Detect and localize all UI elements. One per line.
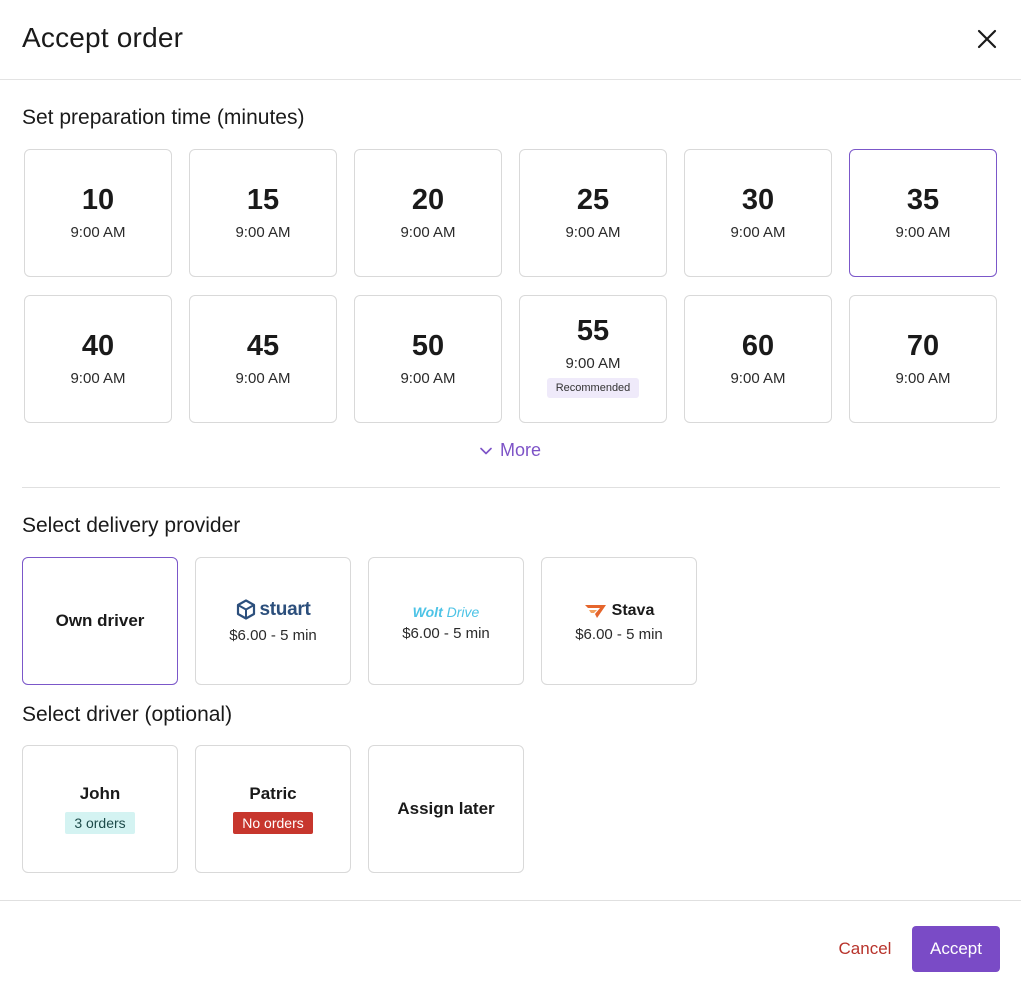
- driver-name: John: [79, 784, 121, 803]
- delivery-provider-list: Own driver stuart $6.00 - 5 min Wolt Dri…: [22, 557, 697, 685]
- section-divider: [22, 487, 1000, 488]
- recommended-badge: Recommended: [546, 377, 640, 398]
- stuart-logo-text: stuart: [259, 598, 311, 620]
- prep-option-time: 9:00 AM: [730, 223, 786, 241]
- prep-option-70[interactable]: 70 9:00 AM: [849, 295, 997, 423]
- close-icon: [977, 29, 997, 49]
- driver-patric[interactable]: Patric No orders: [195, 745, 351, 873]
- order-count-badge: No orders: [233, 812, 313, 834]
- prep-option-minutes: 45: [246, 329, 280, 362]
- prep-option-time: 9:00 AM: [235, 369, 291, 387]
- accept-button[interactable]: Accept: [912, 926, 1000, 972]
- drive-logo-text: Drive: [446, 603, 480, 620]
- prep-option-time: 9:00 AM: [730, 369, 786, 387]
- driver-list: John 3 orders Patric No orders Assign la…: [22, 745, 524, 873]
- prep-option-50[interactable]: 50 9:00 AM: [354, 295, 502, 423]
- dialog-title: Accept order: [22, 22, 184, 53]
- stuart-logo: stuart: [236, 599, 311, 621]
- prep-option-minutes: 20: [411, 183, 445, 216]
- driver-heading: Select driver (optional): [22, 703, 233, 726]
- prep-option-45[interactable]: 45 9:00 AM: [189, 295, 337, 423]
- prep-time-grid: 10 9:00 AM 15 9:00 AM 20 9:00 AM 25 9:00…: [24, 149, 998, 423]
- prep-option-time: 9:00 AM: [895, 223, 951, 241]
- driver-john[interactable]: John 3 orders: [22, 745, 178, 873]
- prep-option-40[interactable]: 40 9:00 AM: [24, 295, 172, 423]
- prep-option-minutes: 10: [81, 183, 115, 216]
- stava-logo: Stava: [584, 600, 655, 622]
- provider-price: $6.00 - 5 min: [402, 624, 490, 642]
- prep-option-minutes: 70: [906, 329, 940, 362]
- driver-name: Assign later: [397, 799, 495, 818]
- provider-stuart[interactable]: stuart $6.00 - 5 min: [195, 557, 351, 685]
- provider-wolt-drive[interactable]: Wolt Drive $6.00 - 5 min: [368, 557, 524, 685]
- prep-option-15[interactable]: 15 9:00 AM: [189, 149, 337, 277]
- stuart-cube-icon: [236, 599, 255, 620]
- prep-option-time: 9:00 AM: [235, 223, 291, 241]
- chevron-down-icon: [480, 447, 492, 454]
- wolt-logo-text: Wolt: [412, 603, 443, 620]
- more-label: More: [500, 440, 542, 460]
- driver-assign-later[interactable]: Assign later: [368, 745, 524, 873]
- provider-price: $6.00 - 5 min: [575, 625, 663, 643]
- prep-option-time: 9:00 AM: [400, 369, 456, 387]
- prep-option-minutes: 35: [906, 183, 940, 216]
- order-count-badge: 3 orders: [65, 812, 135, 834]
- prep-option-minutes: 40: [81, 329, 115, 362]
- prep-option-20[interactable]: 20 9:00 AM: [354, 149, 502, 277]
- prep-option-time: 9:00 AM: [565, 354, 621, 372]
- prep-option-minutes: 55: [576, 314, 610, 347]
- delivery-provider-heading: Select delivery provider: [22, 514, 241, 537]
- prep-option-time: 9:00 AM: [70, 223, 126, 241]
- stava-logo-icon: [584, 604, 606, 618]
- provider-own-driver[interactable]: Own driver: [22, 557, 178, 685]
- cancel-button[interactable]: Cancel: [826, 926, 904, 972]
- prep-option-10[interactable]: 10 9:00 AM: [24, 149, 172, 277]
- prep-option-minutes: 60: [741, 329, 775, 362]
- provider-stava[interactable]: Stava $6.00 - 5 min: [541, 557, 697, 685]
- prep-option-55[interactable]: 55 9:00 AM Recommended: [519, 295, 667, 423]
- provider-price: $6.00 - 5 min: [229, 626, 317, 644]
- prep-option-minutes: 30: [741, 183, 775, 216]
- prep-option-25[interactable]: 25 9:00 AM: [519, 149, 667, 277]
- prep-option-30[interactable]: 30 9:00 AM: [684, 149, 832, 277]
- prep-option-time: 9:00 AM: [565, 223, 621, 241]
- prep-option-time: 9:00 AM: [70, 369, 126, 387]
- footer-divider: [0, 900, 1021, 901]
- prep-option-60[interactable]: 60 9:00 AM: [684, 295, 832, 423]
- prep-option-minutes: 50: [411, 329, 445, 362]
- driver-name: Patric: [249, 784, 297, 803]
- prep-option-minutes: 15: [246, 183, 280, 216]
- prep-option-time: 9:00 AM: [400, 223, 456, 241]
- prep-option-time: 9:00 AM: [895, 369, 951, 387]
- provider-label: Own driver: [55, 611, 145, 630]
- dialog-header: Accept order: [0, 0, 1021, 80]
- close-button[interactable]: [972, 24, 1002, 54]
- prep-option-minutes: 25: [576, 183, 610, 216]
- prep-time-heading: Set preparation time (minutes): [22, 106, 305, 129]
- stava-logo-text: Stava: [611, 601, 655, 619]
- prep-option-35-selected[interactable]: 35 9:00 AM: [849, 149, 997, 277]
- wolt-drive-logo: Wolt Drive: [413, 601, 480, 623]
- more-button[interactable]: More: [480, 440, 541, 461]
